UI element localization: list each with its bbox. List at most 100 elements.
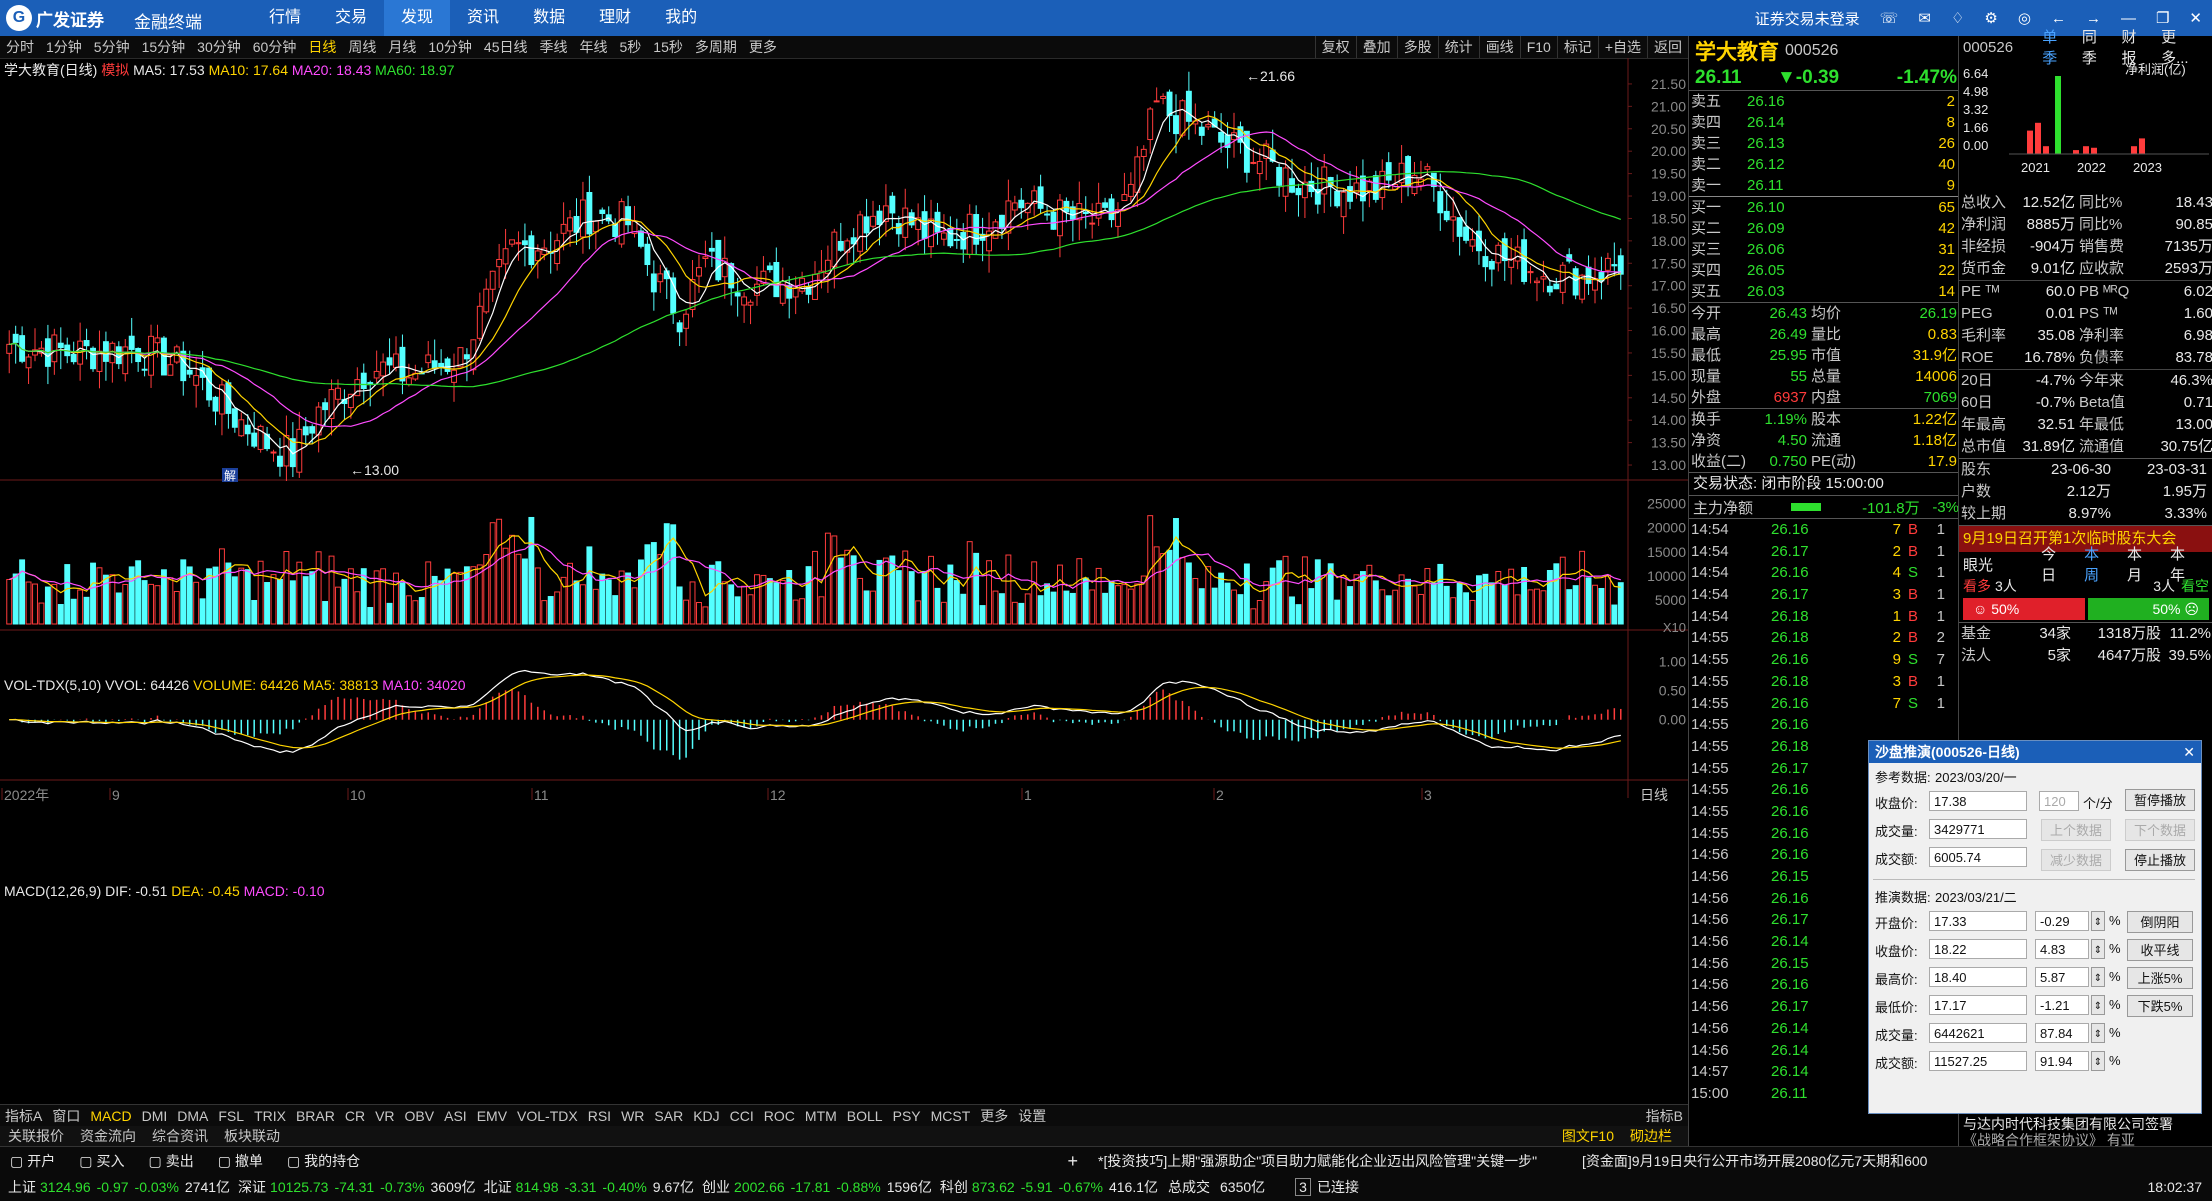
- indicator-tab[interactable]: ASI: [439, 1105, 472, 1127]
- sim-action-button[interactable]: 下跌5%: [2127, 995, 2193, 1017]
- period-tab[interactable]: 周线: [342, 36, 382, 58]
- bottom-right-tab[interactable]: 砌边栏: [1622, 1128, 1680, 1144]
- vol-input[interactable]: 3429771: [1929, 819, 2027, 839]
- sim-pct-input[interactable]: 4.83: [2035, 939, 2089, 959]
- sim-action-button[interactable]: 上涨5%: [2127, 967, 2193, 989]
- indicator-tab[interactable]: VOL-TDX: [512, 1105, 583, 1127]
- ask-row[interactable]: 卖三 26.13 26: [1689, 133, 1959, 154]
- stepper-icon[interactable]: ⇕: [2091, 939, 2105, 959]
- indicator-tab[interactable]: TRIX: [249, 1105, 291, 1127]
- toolbar-button[interactable]: 叠加: [1355, 36, 1397, 58]
- stop-button[interactable]: 停止播放: [2125, 849, 2195, 871]
- sim-value-input[interactable]: 11527.25: [1929, 1051, 2027, 1071]
- stepper-icon[interactable]: ⇕: [2091, 995, 2105, 1015]
- connection-status[interactable]: 已连接: [1317, 1177, 1359, 1197]
- bid-row[interactable]: 买三 26.06 31: [1689, 239, 1959, 260]
- bottom-tab[interactable]: 板块联动: [216, 1126, 288, 1146]
- bid-row[interactable]: 买一 26.10 65: [1689, 197, 1959, 218]
- bid-row[interactable]: 买二 26.09 42: [1689, 218, 1959, 239]
- indicator-tab[interactable]: OBV: [400, 1105, 440, 1127]
- ask-row[interactable]: 卖五 26.16 2: [1689, 91, 1959, 112]
- add-icon[interactable]: +: [1067, 1151, 1078, 1172]
- indicator-tab[interactable]: CCI: [725, 1105, 759, 1127]
- ask-row[interactable]: 卖一 26.11 9: [1689, 175, 1959, 196]
- toolbar-button[interactable]: 统计: [1437, 36, 1479, 58]
- bottom-tab[interactable]: 关联报价: [0, 1126, 72, 1146]
- indicator-tab[interactable]: 更多: [975, 1105, 1013, 1127]
- sim-value-input[interactable]: 17.33: [1929, 911, 2027, 931]
- period-tab[interactable]: 5秒: [613, 36, 647, 58]
- period-tab[interactable]: 30分钟: [191, 36, 247, 58]
- stepper-icon[interactable]: ⇕: [2091, 1051, 2105, 1071]
- bear-bar[interactable]: 50% ☹: [2087, 598, 2209, 620]
- index-quote[interactable]: 创业 2002.66 -17.81 -0.88% 1596亿: [702, 1177, 932, 1197]
- status-action[interactable]: ▢ 卖出: [148, 1151, 193, 1171]
- bottom-tab[interactable]: 综合资讯: [144, 1126, 216, 1146]
- kline-chart[interactable]: 21.5021.0020.5020.0019.5019.0018.5018.00…: [0, 58, 1688, 1104]
- menu-item[interactable]: 资讯: [450, 0, 516, 36]
- indicator-tab[interactable]: MTM: [800, 1105, 842, 1127]
- indicator-tab[interactable]: PSY: [888, 1105, 926, 1127]
- period-tab[interactable]: 月线: [382, 36, 422, 58]
- indicator-tab[interactable]: SAR: [649, 1105, 688, 1127]
- menu-item[interactable]: 理财: [582, 0, 648, 36]
- indicator-tab[interactable]: 窗口: [47, 1105, 85, 1127]
- ask-row[interactable]: 卖四 26.14 8: [1689, 112, 1959, 133]
- toolbar-button[interactable]: +自选: [1597, 36, 1647, 58]
- prev-data-button[interactable]: 上个数据: [2041, 819, 2111, 841]
- news-headline-2[interactable]: 《战略合作框架协议》 有亚: [1959, 1130, 2212, 1146]
- toolbar-button[interactable]: F10: [1519, 36, 1557, 58]
- menu-item[interactable]: 发现: [384, 0, 451, 36]
- toolbar-button[interactable]: 多股: [1396, 36, 1438, 58]
- indicator-tab[interactable]: MCST: [926, 1105, 976, 1127]
- indicator-tab[interactable]: VR: [370, 1105, 399, 1127]
- target-icon[interactable]: ◎: [2018, 9, 2031, 27]
- indicator-tab[interactable]: 设置: [1013, 1105, 1051, 1127]
- back-icon[interactable]: ←: [2051, 10, 2066, 27]
- toolbar-button[interactable]: 标记: [1556, 36, 1598, 58]
- sim-pct-input[interactable]: -0.29: [2035, 911, 2089, 931]
- sim-label[interactable]: 模拟: [101, 62, 129, 78]
- period-tab[interactable]: 10分钟: [422, 36, 478, 58]
- index-quote[interactable]: 科创 873.62 -5.91 -0.67% 416.1亿: [940, 1177, 1158, 1197]
- sim-pct-input[interactable]: 91.94: [2035, 1051, 2089, 1071]
- less-data-button[interactable]: 减少数据: [2041, 849, 2111, 871]
- toolbar-button[interactable]: 画线: [1478, 36, 1520, 58]
- stepper-icon[interactable]: ⇕: [2091, 911, 2105, 931]
- indicator-tab[interactable]: 指标A: [0, 1105, 47, 1127]
- ticker-text[interactable]: *[投资技巧]上期"强源助企"项目助力赋能化企业迈出风险管理"关键一步": [1098, 1151, 1568, 1171]
- period-tab[interactable]: 季线: [533, 36, 573, 58]
- indicator-tab[interactable]: KDJ: [688, 1105, 724, 1127]
- indicator-tab[interactable]: BOLL: [842, 1105, 888, 1127]
- shirt-icon[interactable]: ♢: [1951, 9, 1964, 27]
- indicator-b-tab[interactable]: 指标B: [1641, 1105, 1688, 1127]
- headset-icon[interactable]: ☏: [1880, 9, 1899, 27]
- forward-icon[interactable]: →: [2086, 10, 2101, 27]
- indicator-tab[interactable]: CR: [340, 1105, 370, 1127]
- vision-tab[interactable]: 今日: [2041, 543, 2070, 585]
- bottom-tab[interactable]: 资金流向: [72, 1126, 144, 1146]
- speed-input[interactable]: 120: [2039, 791, 2079, 811]
- indicator-tab[interactable]: ROC: [759, 1105, 800, 1127]
- vision-tab[interactable]: 本月: [2127, 543, 2156, 585]
- menu-item[interactable]: 行情: [252, 0, 318, 36]
- status-action[interactable]: ▢ 买入: [79, 1151, 124, 1171]
- period-tab[interactable]: 45日线: [478, 36, 534, 58]
- indicator-tab[interactable]: DMA: [172, 1105, 213, 1127]
- period-tab[interactable]: 5分钟: [88, 36, 136, 58]
- ask-row[interactable]: 卖二 26.12 40: [1689, 154, 1959, 175]
- bid-row[interactable]: 买五 26.03 14: [1689, 281, 1959, 302]
- index-quote[interactable]: 北证 814.98 -3.31 -0.40% 9.67亿: [484, 1177, 694, 1197]
- stepper-icon[interactable]: ⇕: [2091, 1023, 2105, 1043]
- indicator-tab[interactable]: RSI: [583, 1105, 616, 1127]
- vision-tab[interactable]: 本周: [2084, 543, 2113, 585]
- sim-action-button[interactable]: 倒阴阳: [2127, 911, 2193, 933]
- login-status[interactable]: 证券交易未登录: [1755, 8, 1860, 29]
- status-action[interactable]: ▢ 开户: [10, 1151, 55, 1171]
- message-icon[interactable]: ✉: [1918, 9, 1931, 27]
- period-tab[interactable]: 15分钟: [136, 36, 192, 58]
- sim-pct-input[interactable]: 5.87: [2035, 967, 2089, 987]
- period-tab[interactable]: 60分钟: [247, 36, 303, 58]
- stepper-icon[interactable]: ⇕: [2091, 967, 2105, 987]
- indicator-tab[interactable]: MACD: [85, 1105, 136, 1127]
